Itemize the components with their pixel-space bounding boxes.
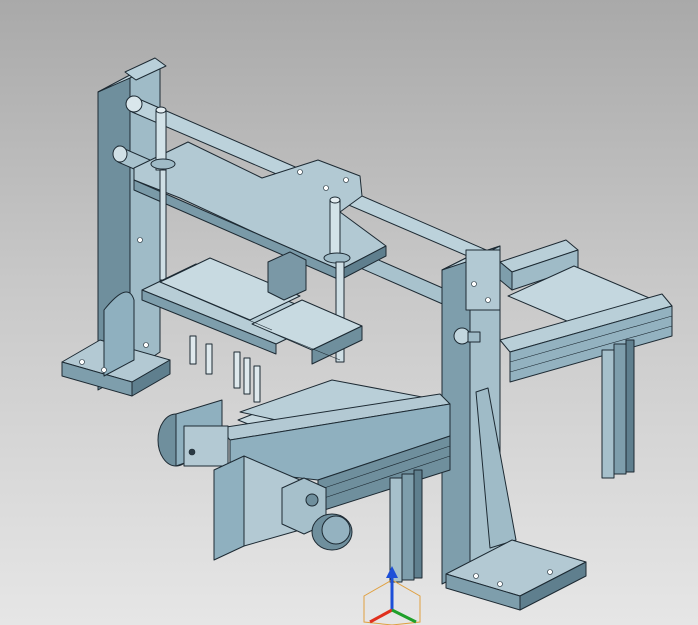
cad-3d-viewport[interactable] <box>0 0 698 625</box>
drive-motor[interactable] <box>157 399 229 467</box>
y-axis-arrow <box>391 608 417 624</box>
conveyor-leg-right[interactable] <box>601 339 635 479</box>
x-axis-arrow <box>369 608 393 624</box>
support-rod <box>159 169 167 281</box>
conveyor-leg-center[interactable] <box>389 469 423 583</box>
conveyor-roller[interactable] <box>311 513 353 551</box>
machine-assembly-model[interactable] <box>0 0 698 625</box>
